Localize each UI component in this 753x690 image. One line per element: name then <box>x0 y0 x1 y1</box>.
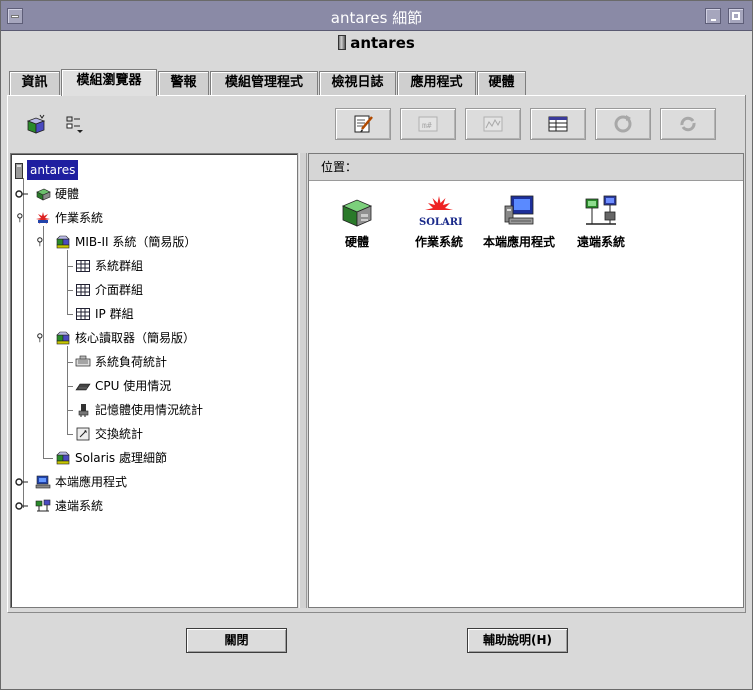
host-name: antares <box>350 34 415 52</box>
location-bar: 位置： <box>309 154 743 181</box>
tree-connector <box>67 410 73 411</box>
refresh-icon <box>614 115 632 133</box>
tab-view-log[interactable]: 檢視日誌 <box>319 71 396 95</box>
table-icon <box>76 260 90 272</box>
help-button[interactable]: 輔助說明(H) <box>467 628 568 653</box>
collapsed-expander-icon <box>15 190 28 198</box>
tree-item-label: 硬體 <box>55 187 80 201</box>
solaris-icon: SOLARIS <box>419 196 470 228</box>
swap-icon <box>76 427 90 441</box>
probe-icon: m# <box>418 116 438 132</box>
detail-view: 位置： 硬體 SOLARIS 作業系統 <box>308 153 744 608</box>
load-icon <box>75 355 91 367</box>
tab-alarms[interactable]: 警報 <box>158 71 209 95</box>
host-header: antares <box>7 31 746 57</box>
table-icon <box>76 308 90 320</box>
remote-systems-icon <box>585 195 617 225</box>
tab-info[interactable]: 資訊 <box>9 71 60 95</box>
view-options-button[interactable] <box>57 108 91 140</box>
local-apps-icon <box>504 195 534 225</box>
tree-connector <box>67 250 68 314</box>
remote-systems-item-label: 遠端系統 <box>576 235 625 249</box>
tree-item-label: 系統群組 <box>95 259 144 273</box>
tab-module-browser[interactable]: 模組瀏覽器 <box>61 69 157 96</box>
host-icon <box>338 35 347 50</box>
edit-button[interactable] <box>335 108 391 140</box>
reload-icon <box>680 116 696 132</box>
local-apps-icon <box>35 475 51 489</box>
tree-item-label: 作業系統 <box>55 211 104 225</box>
tree-item-label: CPU 使用情況 <box>95 379 172 393</box>
probe-button[interactable]: m# <box>400 108 456 140</box>
remote-systems-icon <box>35 499 51 512</box>
title-bar[interactable]: antares 細節 <box>1 1 752 31</box>
tree-connector <box>67 314 73 315</box>
tree-connector <box>43 458 53 459</box>
close-button[interactable]: 關閉 <box>186 628 287 653</box>
cpu-icon <box>75 383 91 391</box>
tree-item-label: 介面群組 <box>95 283 144 297</box>
remote-systems-item[interactable]: 遠端系統 <box>565 194 637 250</box>
tree-connector <box>67 266 73 267</box>
tree-item-label: 系統負荷統計 <box>95 355 168 369</box>
svg-text:m#: m# <box>422 121 432 130</box>
expanded-expander-icon <box>17 213 23 223</box>
module-icon <box>56 235 70 249</box>
refresh-button[interactable] <box>595 108 651 140</box>
module-icon <box>56 331 70 345</box>
tree-connector <box>67 362 73 363</box>
solaris-logo-text: SOLARIS <box>419 217 462 228</box>
edit-icon <box>354 115 373 133</box>
details-window: antares 細節 antares 資訊 模組瀏覽器 警報 模組管理程式 檢視… <box>0 0 753 690</box>
view-cube-icon <box>26 114 46 134</box>
view-menu-icon <box>66 116 83 133</box>
module-tree[interactable]: antares 硬體 作業系統 MIB-II 系統（簡易版） 系統群組 介面群組… <box>10 153 298 608</box>
table-icon <box>76 284 90 296</box>
graph-icon <box>483 116 503 132</box>
os-icon <box>36 212 50 224</box>
memory-icon <box>78 404 89 417</box>
tree-item-label: 記憶體使用情況統計 <box>95 403 204 417</box>
tree-root-label: antares <box>27 160 79 180</box>
location-label: 位置： <box>321 160 358 174</box>
window-title: antares 細節 <box>330 9 423 27</box>
panel-splitter[interactable] <box>299 153 307 608</box>
collapsed-expander-icon <box>15 502 28 510</box>
tree-connector <box>67 386 73 387</box>
tree-item-label: IP 群組 <box>95 307 134 321</box>
tree-connector <box>67 346 68 434</box>
os-item[interactable]: SOLARIS 作業系統 <box>407 194 471 250</box>
view-cube-button[interactable] <box>19 108 53 140</box>
hardware-item-label: 硬體 <box>344 235 369 249</box>
tab-hardware[interactable]: 硬體 <box>477 71 526 95</box>
module-icon <box>56 451 70 465</box>
tree-connector <box>67 434 73 435</box>
tree-item-label: Solaris 處理細節 <box>75 451 167 465</box>
tree-item-label: 交換統計 <box>95 427 144 441</box>
collapsed-expander-icon <box>15 478 28 486</box>
hardware-icon <box>36 188 51 201</box>
tab-applications[interactable]: 應用程式 <box>397 71 476 95</box>
tree-item-label: 遠端系統 <box>55 499 104 513</box>
tab-module-manager[interactable]: 模組管理程式 <box>210 71 318 95</box>
local-apps-item[interactable]: 本端應用程式 <box>477 194 561 250</box>
host-icon <box>15 163 23 179</box>
tree-item-label: MIB-II 系統（簡易版） <box>75 235 197 249</box>
expanded-expander-icon <box>37 333 43 343</box>
maximize-button[interactable] <box>728 8 744 24</box>
tree-item-label: 本端應用程式 <box>55 475 128 489</box>
os-item-label: 作業系統 <box>414 235 463 249</box>
tree-item-label: 核心讀取器（簡易版） <box>75 331 196 345</box>
table-view-button[interactable] <box>530 108 586 140</box>
hardware-icon <box>341 199 373 227</box>
local-apps-item-label: 本端應用程式 <box>482 235 555 249</box>
table-icon <box>548 116 568 132</box>
hardware-item[interactable]: 硬體 <box>327 194 387 250</box>
tree-connector <box>67 290 73 291</box>
minimize-button[interactable] <box>705 8 721 24</box>
reload-button[interactable] <box>660 108 716 140</box>
tree-connector <box>23 178 24 508</box>
expanded-expander-icon <box>37 237 43 247</box>
graph-button[interactable] <box>465 108 521 140</box>
